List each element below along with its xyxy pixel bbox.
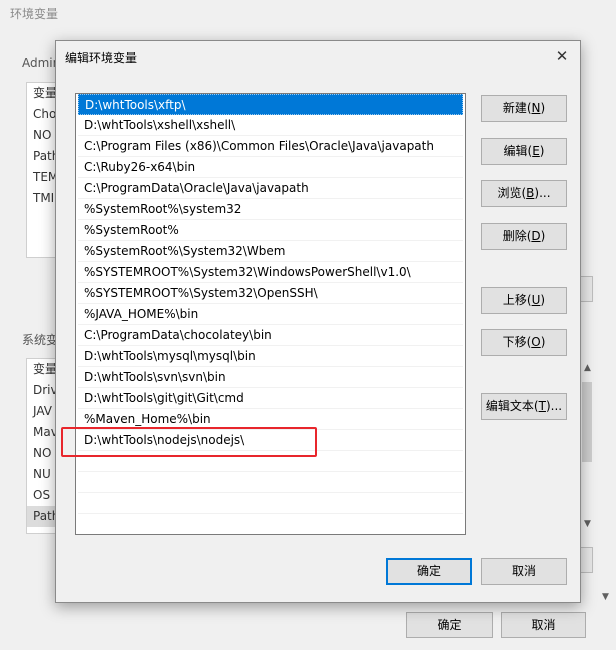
path-list-item[interactable]: D:\whtTools\xftp\ <box>78 94 463 115</box>
scrollbar-thumb[interactable] <box>582 382 592 462</box>
path-list-item[interactable]: D:\whtTools\mysql\mysql\bin <box>78 346 463 367</box>
scroll-down-icon[interactable]: ▼ <box>597 589 614 605</box>
edit-text-button[interactable]: 编辑文本(T)... <box>481 393 567 420</box>
edit-env-var-dialog: 编辑环境变量 ✕ D:\whtTools\xftp\ D:\whtTools\xs… <box>55 40 581 603</box>
path-list-item[interactable]: %Maven_Home%\bin <box>78 409 463 430</box>
path-list-item[interactable]: C:\Ruby26-x64\bin <box>78 157 463 178</box>
path-list-item[interactable]: %SystemRoot% <box>78 220 463 241</box>
delete-button[interactable]: 删除(D) <box>481 223 567 250</box>
edit-button[interactable]: 编辑(E) <box>481 138 567 165</box>
list-item[interactable]: NU <box>27 464 55 485</box>
list-item[interactable]: Path <box>27 146 55 167</box>
path-list-item[interactable]: %SYSTEMROOT%\System32\OpenSSH\ <box>78 283 463 304</box>
path-list-item[interactable]: %SystemRoot%\System32\Wbem <box>78 241 463 262</box>
close-icon[interactable]: ✕ <box>550 45 574 67</box>
path-list-item[interactable]: C:\ProgramData\Oracle\Java\javapath <box>78 178 463 199</box>
list-item[interactable]: TMI <box>27 188 55 209</box>
move-up-button[interactable]: 上移(U) <box>481 287 567 314</box>
parent-user-button[interactable] <box>581 276 593 302</box>
scroll-up-icon[interactable]: ▲ <box>579 360 596 376</box>
system-var-header: 变量 <box>33 362 56 376</box>
parent-ok-button[interactable]: 确定 <box>406 612 493 638</box>
system-variables-list[interactable]: 变量 Driv JAV Mav NO NU OS Path <box>26 358 56 534</box>
user-var-header: 变量 <box>33 86 56 100</box>
ok-button[interactable]: 确定 <box>386 558 472 585</box>
cancel-button[interactable]: 取消 <box>481 558 567 585</box>
new-button[interactable]: 新建(N) <box>481 95 567 122</box>
dialog-title: 编辑环境变量 <box>65 51 138 65</box>
list-item[interactable]: Driv <box>27 380 55 401</box>
path-list-item[interactable]: %SystemRoot%\system32 <box>78 199 463 220</box>
list-item[interactable]: JAV <box>27 401 55 422</box>
path-list-item[interactable]: %SYSTEMROOT%\System32\WindowsPowerShell\… <box>78 262 463 283</box>
path-list-item[interactable]: D:\whtTools\xshell\xshell\ <box>78 115 463 136</box>
list-item[interactable]: OS <box>27 485 55 506</box>
path-list-item[interactable]: D:\whtTools\svn\svn\bin <box>78 367 463 388</box>
list-item[interactable]: Cho <box>27 104 55 125</box>
path-list-item[interactable]: %JAVA_HOME%\bin <box>78 304 463 325</box>
parent-system-button[interactable] <box>581 547 593 573</box>
path-list-item[interactable]: D:\whtTools\nodejs\nodejs\ <box>78 430 463 451</box>
empty-list-row[interactable] <box>78 493 463 514</box>
path-list-item[interactable]: D:\whtTools\git\git\Git\cmd <box>78 388 463 409</box>
browse-button[interactable]: 浏览(B)... <box>481 180 567 207</box>
user-variables-list[interactable]: 变量 Cho NO Path TEM TMI <box>26 82 56 258</box>
parent-window-title: 环境变量 <box>10 7 59 21</box>
system-variables-group-label: 系统变 <box>22 333 59 347</box>
parent-cancel-button[interactable]: 取消 <box>501 612 586 638</box>
move-down-button[interactable]: 下移(O) <box>481 329 567 356</box>
empty-list-row[interactable] <box>78 451 463 472</box>
list-item[interactable]: NO <box>27 125 55 146</box>
parent-window-scrollbar[interactable]: ▼ <box>597 588 614 606</box>
list-item[interactable]: NO <box>27 443 55 464</box>
path-list-item[interactable]: C:\Program Files (x86)\Common Files\Orac… <box>78 136 463 157</box>
path-list[interactable]: D:\whtTools\xftp\ D:\whtTools\xshell\xshe… <box>75 93 466 535</box>
path-list-item[interactable]: C:\ProgramData\chocolatey\bin <box>78 325 463 346</box>
scroll-down-icon[interactable]: ▼ <box>579 516 596 532</box>
empty-list-row[interactable] <box>78 472 463 493</box>
list-item[interactable]: TEM <box>27 167 55 188</box>
list-item[interactable]: Mav <box>27 422 55 443</box>
list-item[interactable]: Path <box>27 506 55 527</box>
